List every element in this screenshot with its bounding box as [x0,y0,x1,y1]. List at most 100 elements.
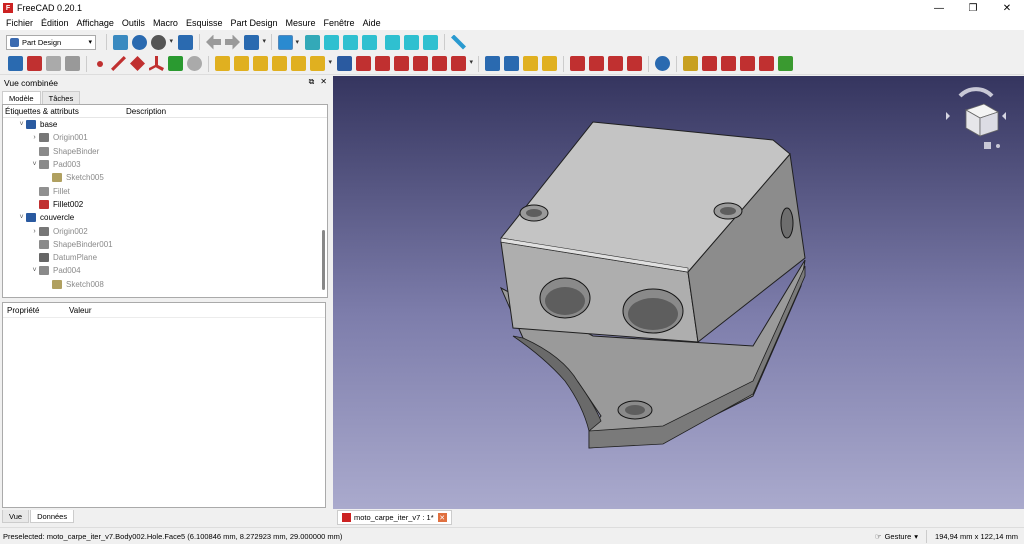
sketch-reorient-icon[interactable] [740,56,755,71]
additive-helix-icon[interactable] [291,56,306,71]
tree-item[interactable]: DatumPlane [3,251,327,264]
validate-sketch-icon[interactable] [46,56,61,71]
expanded-chevron-icon[interactable]: ˅ [30,161,39,168]
additive-loft-icon[interactable] [253,56,268,71]
collapsed-chevron-icon[interactable]: › [30,134,39,141]
prop-header-value[interactable]: Valeur [69,306,92,315]
tree-item[interactable]: › Origin001 [3,131,327,144]
navigation-cube-icon[interactable] [946,82,1006,154]
pad-icon[interactable] [215,56,230,71]
local-cs-icon[interactable] [149,56,164,71]
menu-part-design[interactable]: Part Design [226,18,281,28]
sketch-mapping-icon[interactable] [721,56,736,71]
datum-line-icon[interactable] [111,56,126,71]
subtractive-loft-icon[interactable] [394,56,409,71]
menu-fenetre[interactable]: Fenêtre [320,18,359,28]
tree-item[interactable]: ˅ base [3,118,327,131]
menu-esquisse[interactable]: Esquisse [182,18,227,28]
mirrored-icon[interactable] [485,56,500,71]
additive-pipe-icon[interactable] [272,56,287,71]
clone-icon[interactable] [65,56,80,71]
polar-pattern-icon[interactable] [523,56,538,71]
sketch-edit-icon[interactable] [702,56,717,71]
tree-item[interactable]: Sketch008 [3,278,327,291]
menu-affichage[interactable]: Affichage [73,18,118,28]
minimize-icon[interactable]: — [922,0,956,16]
menu-edition[interactable]: Édition [37,18,73,28]
fillet-icon[interactable] [570,56,585,71]
sketch-validate-icon[interactable] [759,56,774,71]
3d-viewport[interactable] [333,76,1024,509]
menu-macro[interactable]: Macro [149,18,182,28]
workbench-arrow-icon[interactable] [244,34,266,50]
view-front-icon[interactable] [324,34,339,50]
tree-item[interactable]: Fillet [3,184,327,197]
panel-close-icon[interactable]: ✕ [320,77,327,87]
view-rear-icon[interactable] [385,34,400,50]
hole-icon[interactable] [356,56,371,71]
tree-item[interactable]: ˅ Pad004 [3,264,327,277]
tree-item[interactable]: › Origin002 [3,224,327,237]
tab-taches[interactable]: Tâches [41,91,81,104]
sketch-merge-icon[interactable] [778,56,793,71]
shapebinder-icon[interactable] [168,56,183,71]
tree-scrollbar[interactable] [322,230,325,290]
tree-item[interactable]: Fillet002 [3,198,327,211]
draw-style-icon[interactable] [151,34,173,50]
workbench-selector[interactable]: Part Design ▾ [6,34,96,50]
view-isometric-icon[interactable] [305,34,320,50]
menu-mesure[interactable]: Mesure [282,18,320,28]
tree-item[interactable]: ShapeBinder001 [3,238,327,251]
view-right-icon[interactable] [362,34,377,50]
tree-header-labels[interactable]: Étiquettes & attributs [3,107,124,116]
expanded-chevron-icon[interactable]: ˅ [17,214,26,221]
subtractive-helix-icon[interactable] [432,56,447,71]
back-arrow-icon[interactable] [206,34,221,50]
subshapebinder-icon[interactable] [187,56,202,71]
tree-item[interactable]: ˅ Pad003 [3,158,327,171]
fit-all-icon[interactable] [113,34,128,50]
tree-item[interactable]: ˅ couvercle [3,211,327,224]
document-tab[interactable]: moto_carpe_iter_v7 : 1* ✕ [337,510,452,525]
tab-modele[interactable]: Modèle [2,91,41,104]
chamfer-icon[interactable] [589,56,604,71]
groove-icon[interactable] [375,56,390,71]
expanded-chevron-icon[interactable]: ˅ [30,267,39,274]
pocket-icon[interactable] [337,56,352,71]
view-left-icon[interactable] [423,34,438,50]
measure-ruler-icon[interactable] [451,34,466,50]
tree-header-description[interactable]: Description [124,107,166,116]
restore-icon[interactable]: ❐ [956,0,990,16]
menu-aide[interactable]: Aide [359,18,385,28]
bounding-box-icon[interactable] [178,34,193,50]
undock-icon[interactable]: ⧉ [309,77,315,87]
datum-plane-icon[interactable] [130,56,145,71]
revolution-icon[interactable] [234,56,249,71]
menu-outils[interactable]: Outils [118,18,149,28]
navigation-style-button[interactable]: ☞ Gesture ▾ [875,532,918,541]
navigation-cube[interactable] [946,82,1006,154]
collapsed-chevron-icon[interactable]: › [30,228,39,235]
view-bottom-icon[interactable] [404,34,419,50]
multitransform-icon[interactable] [542,56,557,71]
forward-arrow-icon[interactable] [225,34,240,50]
create-body-icon[interactable] [8,56,23,71]
subtractive-pipe-icon[interactable] [413,56,428,71]
part-model[interactable] [333,76,1024,509]
tree-item[interactable]: ShapeBinder [3,145,327,158]
additive-primitive-icon[interactable] [310,56,332,71]
thickness-icon[interactable] [627,56,642,71]
view-top-icon[interactable] [343,34,358,50]
sketch-attach-icon[interactable] [683,56,698,71]
tab-donnees[interactable]: Données [30,510,75,523]
menu-fichier[interactable]: Fichier [2,18,37,28]
linear-pattern-icon[interactable] [504,56,519,71]
tab-vue[interactable]: Vue [2,510,30,523]
boolean-icon[interactable] [655,56,670,71]
zoom-icon[interactable] [278,34,299,50]
expanded-chevron-icon[interactable]: ˅ [17,121,26,128]
prop-header-property[interactable]: Propriété [3,306,69,315]
fit-selection-icon[interactable] [132,34,147,50]
tree-item[interactable]: Sketch005 [3,171,327,184]
draft-icon[interactable] [608,56,623,71]
